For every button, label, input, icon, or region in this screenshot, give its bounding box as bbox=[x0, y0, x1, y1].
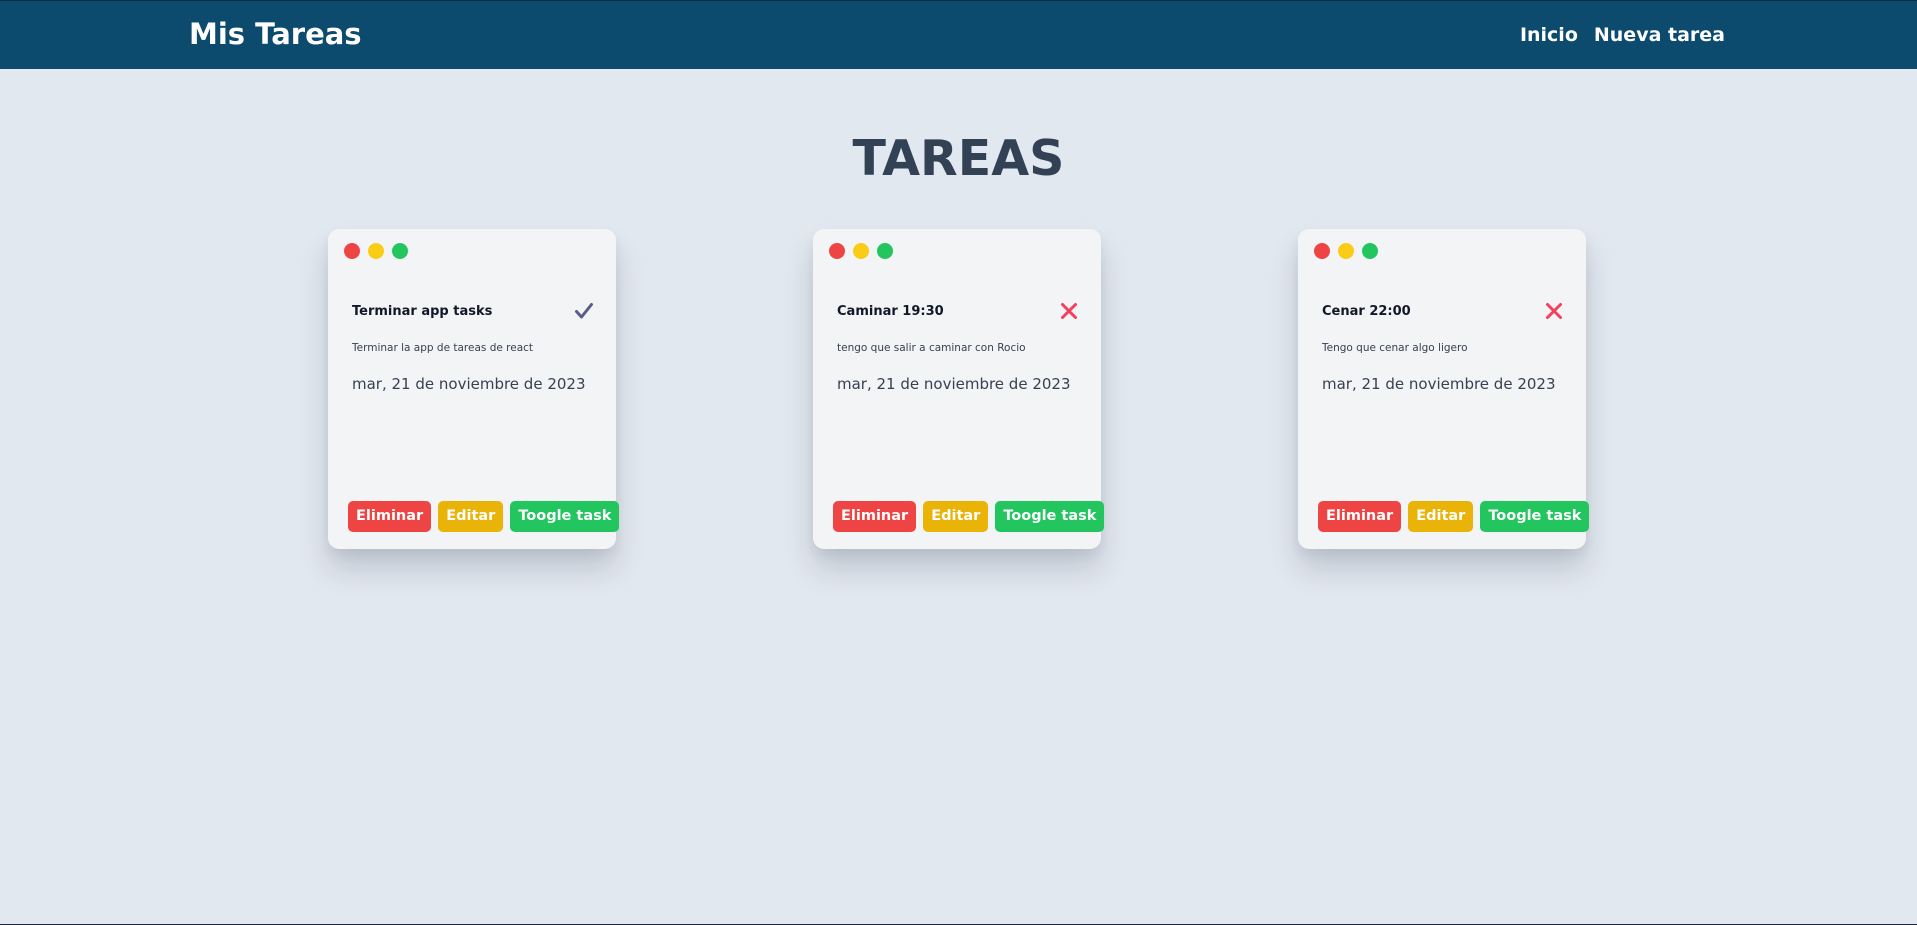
nav-links: Inicio Nueva tarea bbox=[1520, 24, 1725, 46]
task-actions: Eliminar Editar Toogle task bbox=[1318, 501, 1590, 532]
task-date: mar, 21 de noviembre de 2023 bbox=[352, 375, 586, 393]
task-actions: Eliminar Editar Toogle task bbox=[348, 501, 620, 532]
yellow-dot-icon bbox=[853, 243, 869, 259]
navbar: Mis Tareas Inicio Nueva tarea bbox=[0, 0, 1917, 69]
window-dots bbox=[829, 243, 893, 259]
x-icon bbox=[1061, 303, 1077, 319]
nav-link-inicio[interactable]: Inicio bbox=[1520, 24, 1578, 46]
page-title: TAREAS bbox=[852, 130, 1065, 187]
check-icon bbox=[575, 303, 593, 319]
task-description: Tengo que cenar algo ligero bbox=[1322, 342, 1468, 354]
delete-button[interactable]: Eliminar bbox=[348, 501, 432, 532]
toggle-task-button[interactable]: Toogle task bbox=[995, 501, 1105, 532]
green-dot-icon bbox=[1362, 243, 1378, 259]
yellow-dot-icon bbox=[368, 243, 384, 259]
task-title: Cenar 22:00 bbox=[1322, 304, 1411, 319]
x-icon bbox=[1546, 303, 1562, 319]
red-dot-icon bbox=[829, 243, 845, 259]
task-title: Terminar app tasks bbox=[352, 304, 493, 319]
delete-button[interactable]: Eliminar bbox=[1318, 501, 1402, 532]
yellow-dot-icon bbox=[1338, 243, 1354, 259]
task-date: mar, 21 de noviembre de 2023 bbox=[837, 375, 1071, 393]
window-dots bbox=[1314, 243, 1378, 259]
task-title: Caminar 19:30 bbox=[837, 304, 944, 319]
toggle-task-button[interactable]: Toogle task bbox=[510, 501, 620, 532]
task-actions: Eliminar Editar Toogle task bbox=[833, 501, 1105, 532]
task-description: tengo que salir a caminar con Rocio bbox=[837, 342, 1026, 354]
green-dot-icon bbox=[392, 243, 408, 259]
delete-button[interactable]: Eliminar bbox=[833, 501, 917, 532]
task-card: Terminar app tasks Terminar la app de ta… bbox=[328, 229, 620, 549]
nav-link-nueva-tarea[interactable]: Nueva tarea bbox=[1594, 24, 1725, 46]
window-dots bbox=[344, 243, 408, 259]
task-card: Cenar 22:00 Tengo que cenar algo ligero … bbox=[1298, 229, 1590, 549]
task-description: Terminar la app de tareas de react bbox=[352, 342, 534, 354]
green-dot-icon bbox=[877, 243, 893, 259]
brand-link[interactable]: Mis Tareas bbox=[189, 17, 362, 51]
task-card: Caminar 19:30 tengo que salir a caminar … bbox=[813, 229, 1105, 549]
edit-button[interactable]: Editar bbox=[438, 501, 504, 532]
edit-button[interactable]: Editar bbox=[923, 501, 989, 532]
edit-button[interactable]: Editar bbox=[1408, 501, 1474, 532]
task-date: mar, 21 de noviembre de 2023 bbox=[1322, 375, 1556, 393]
red-dot-icon bbox=[1314, 243, 1330, 259]
toggle-task-button[interactable]: Toogle task bbox=[1480, 501, 1590, 532]
red-dot-icon bbox=[344, 243, 360, 259]
